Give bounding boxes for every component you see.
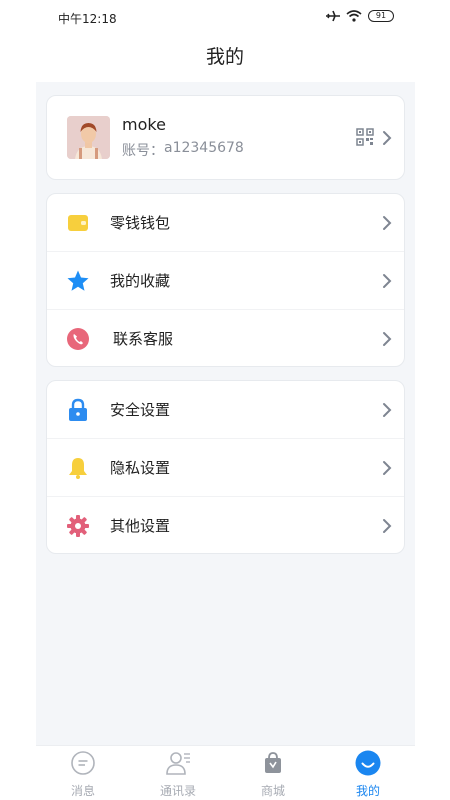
account-value: a12345678 (164, 140, 244, 156)
menu-group-wallet: 零钱钱包 我的收藏 联系客服 (46, 193, 405, 367)
battery-icon: 91 (368, 10, 394, 22)
chevron-right-icon (383, 274, 392, 288)
menu-item-security-settings[interactable]: 安全设置 (47, 381, 404, 439)
tab-label: 消息 (70, 784, 95, 798)
status-time: 中午12:18 (58, 12, 117, 26)
star-icon (67, 270, 89, 291)
menu-item-customer-service[interactable]: 联系客服 (47, 310, 404, 368)
menu-label: 其他设置 (110, 517, 171, 535)
profile-card[interactable]: moke 账号： a12345678 (46, 95, 405, 180)
status-bar: 中午12:18 91 (0, 0, 450, 36)
menu-label: 联系客服 (113, 330, 174, 348)
menu-label: 隐私设置 (110, 459, 171, 477)
menu-label: 零钱钱包 (110, 214, 171, 232)
phone-icon (67, 328, 89, 350)
chevron-right-icon (383, 216, 392, 230)
qr-code-icon[interactable] (356, 128, 374, 146)
chevron-right-icon (383, 332, 392, 346)
menu-group-settings: 安全设置 隐私设置 其他设置 (46, 380, 405, 554)
username: moke (122, 115, 166, 134)
tab-label: 商城 (260, 784, 285, 798)
lock-icon (69, 398, 87, 421)
wifi-icon (346, 10, 362, 22)
menu-item-wallet[interactable]: 零钱钱包 (47, 194, 404, 252)
tab-messages[interactable]: 消息 (53, 750, 113, 800)
bell-icon (69, 458, 87, 479)
contacts-icon (166, 752, 190, 775)
menu-item-favorites[interactable]: 我的收藏 (47, 252, 404, 310)
gear-icon (67, 515, 89, 537)
main-content: moke 账号： a12345678 零钱钱包 我的收藏 联系客服 安全设置 隐… (36, 82, 415, 745)
page-title: 我的 (205, 46, 244, 68)
account-label: 账号： (122, 143, 164, 159)
menu-item-privacy-settings[interactable]: 隐私设置 (47, 439, 404, 497)
tab-label: 通讯录 (159, 784, 196, 798)
tab-contacts[interactable]: 通讯录 (148, 750, 208, 800)
wallet-icon (68, 215, 88, 231)
menu-item-other-settings[interactable]: 其他设置 (47, 497, 404, 555)
bottom-tab-bar: 消息 通讯录 商城 我的 (36, 745, 415, 800)
tab-shop[interactable]: 商城 (243, 750, 303, 800)
menu-label: 安全设置 (110, 401, 171, 419)
chevron-right-icon (383, 461, 392, 475)
menu-label: 我的收藏 (110, 272, 171, 290)
tab-label: 我的 (355, 784, 380, 798)
message-icon (71, 751, 95, 775)
shop-bag-icon (265, 752, 281, 773)
chevron-right-icon (383, 519, 392, 533)
airplane-mode-icon (326, 10, 340, 22)
status-icons: 91 (326, 10, 394, 22)
avatar (67, 116, 110, 159)
profile-smile-icon (355, 750, 381, 776)
chevron-right-icon (383, 403, 392, 417)
tab-me[interactable]: 我的 (338, 750, 398, 800)
account-id: 账号： a12345678 (122, 140, 244, 160)
chevron-right-icon (383, 131, 392, 145)
